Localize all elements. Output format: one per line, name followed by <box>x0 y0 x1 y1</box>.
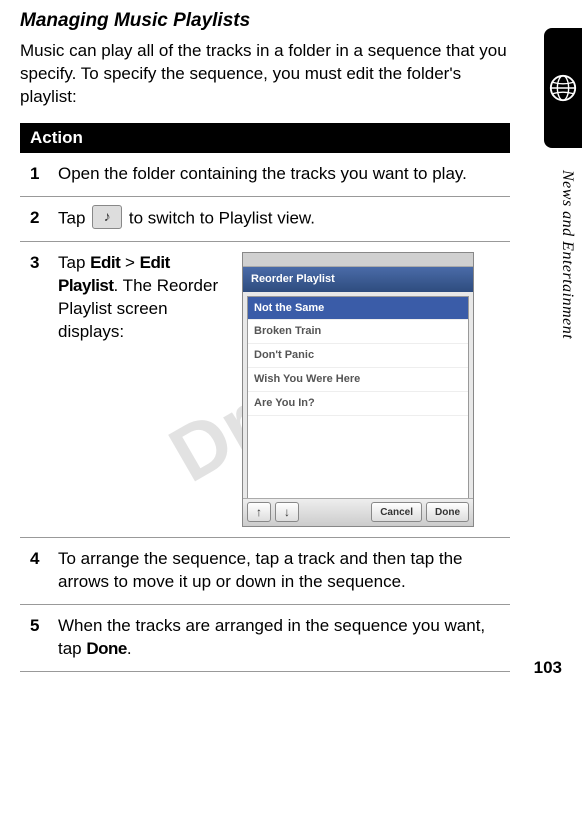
page-content: Managing Music Playlists Music can play … <box>0 0 530 692</box>
gt-separator: > <box>120 253 139 272</box>
reorder-playlist-screenshot: Reorder Playlist Not the Same Broken Tra… <box>242 252 474 527</box>
playlist-item[interactable]: Are You In? <box>248 392 468 416</box>
playlist-list: Not the Same Broken Train Don't Panic Wi… <box>247 296 469 510</box>
step-text: Open the folder containing the tracks yo… <box>58 163 500 186</box>
playlist-item[interactable]: Not the Same <box>248 297 468 321</box>
globe-icon <box>548 73 578 103</box>
playlist-view-button-icon: ♪ <box>92 205 122 229</box>
step-text: Tap Edit > Edit Playlist. The Reorder Pl… <box>58 252 228 344</box>
phone-bottom-toolbar: ↑ ↓ Cancel Done <box>243 498 473 526</box>
move-down-button[interactable]: ↓ <box>275 502 299 522</box>
cancel-button[interactable]: Cancel <box>371 502 422 522</box>
section-title: Managing Music Playlists <box>20 10 510 32</box>
side-tab <box>544 28 582 148</box>
step-text: Tap ♪ to switch to Playlist view. <box>58 207 500 231</box>
arrow-down-icon: ↓ <box>284 504 290 520</box>
step-text: When the tracks are arranged in the sequ… <box>58 615 500 661</box>
step-1: 1 Open the folder containing the tracks … <box>20 153 510 197</box>
step-number: 1 <box>30 163 44 186</box>
section-side-label: News and Entertainment <box>558 170 576 339</box>
action-header: Action <box>20 123 510 153</box>
step-text: To arrange the sequence, tap a track and… <box>58 548 500 594</box>
playlist-item[interactable]: Wish You Were Here <box>248 368 468 392</box>
arrow-up-icon: ↑ <box>256 504 262 520</box>
playlist-item[interactable]: Don't Panic <box>248 344 468 368</box>
step-3: 3 Tap Edit > Edit Playlist. The Reorder … <box>20 242 510 538</box>
edit-label: Edit <box>90 253 120 272</box>
page-number: 103 <box>534 658 562 678</box>
phone-status-strip <box>243 253 473 267</box>
step-number: 3 <box>30 252 44 527</box>
step2-after: to switch to Playlist view. <box>129 208 315 227</box>
step5-after: . <box>127 639 132 658</box>
playlist-item[interactable]: Broken Train <box>248 320 468 344</box>
move-up-button[interactable]: ↑ <box>247 502 271 522</box>
phone-titlebar: Reorder Playlist <box>243 267 473 292</box>
step-number: 5 <box>30 615 44 661</box>
music-note-icon: ♪ <box>104 207 111 226</box>
step-2: 2 Tap ♪ to switch to Playlist view. <box>20 197 510 242</box>
step-5: 5 When the tracks are arranged in the se… <box>20 605 510 672</box>
step-4: 4 To arrange the sequence, tap a track a… <box>20 538 510 605</box>
done-label: Done <box>86 639 127 658</box>
intro-paragraph: Music can play all of the tracks in a fo… <box>20 40 510 109</box>
step3-before: Tap <box>58 253 90 272</box>
done-button[interactable]: Done <box>426 502 469 522</box>
step-number: 2 <box>30 207 44 231</box>
step2-before: Tap <box>58 208 90 227</box>
step-number: 4 <box>30 548 44 594</box>
